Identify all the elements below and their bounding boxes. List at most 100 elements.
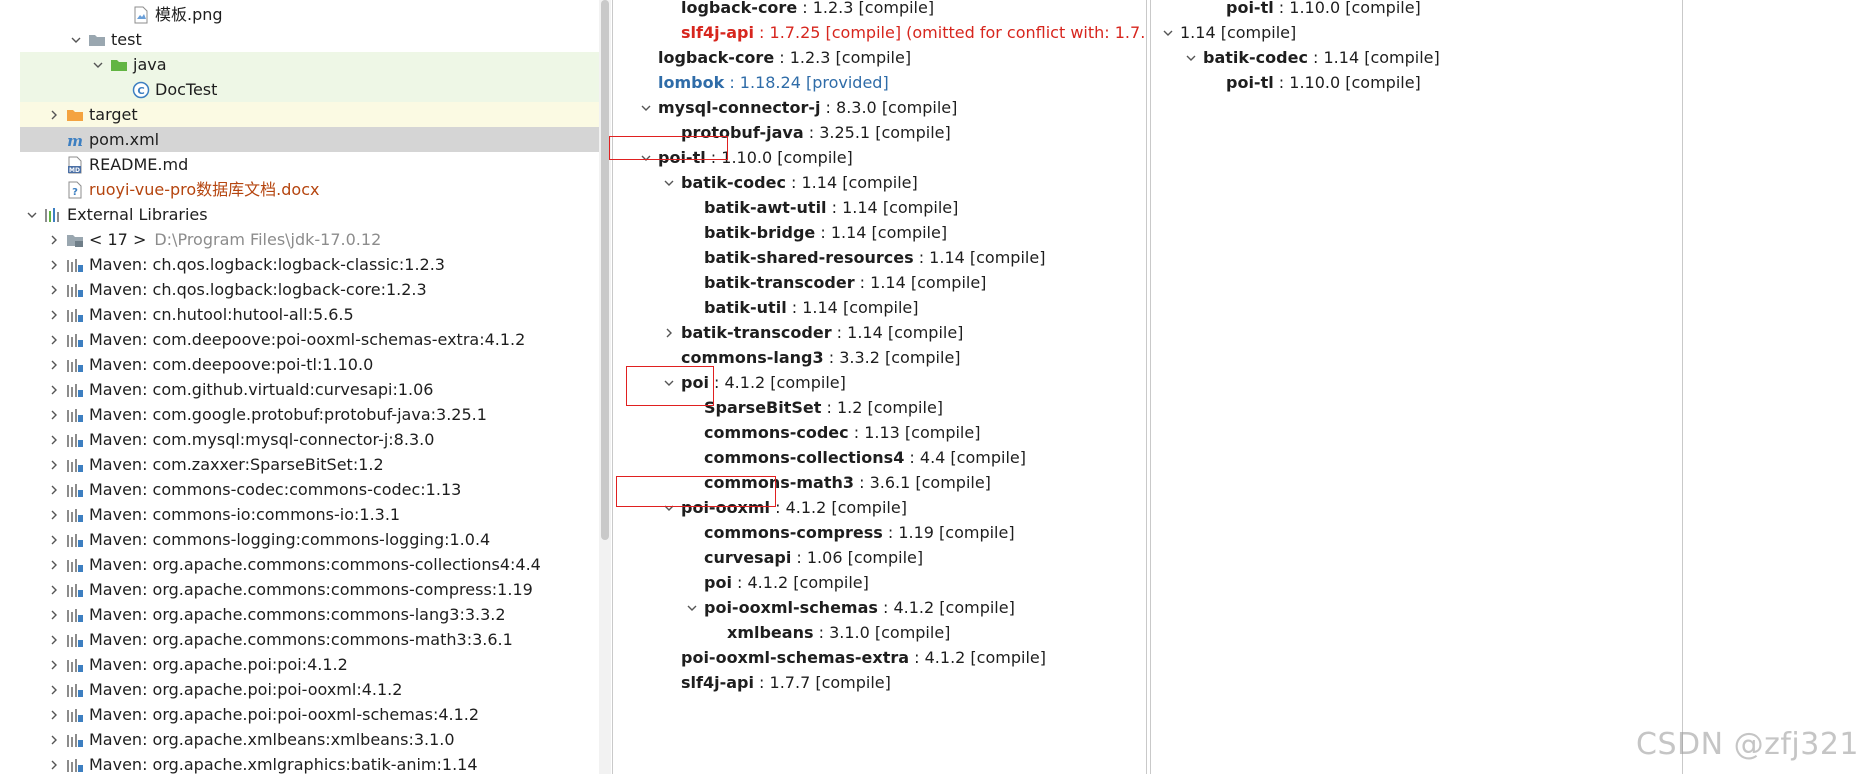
project-tree-row[interactable]: Maven: com.deepoove:poi-ooxml-schemas-ex…	[20, 327, 611, 352]
project-tree-row[interactable]: Maven: org.apache.commons:commons-collec…	[20, 552, 611, 577]
project-tree-row[interactable]: < 17 > D:\Program Files\jdk-17.0.12	[20, 227, 611, 252]
project-tree-row[interactable]: Maven: com.deepoove:poi-tl:1.10.0	[20, 352, 611, 377]
chevron-right-icon[interactable]	[46, 602, 62, 627]
dependency-row[interactable]: commons-compress : 1.19 [compile]	[614, 520, 1146, 545]
chevron-right-icon[interactable]	[46, 627, 62, 652]
chevron-down-icon[interactable]	[68, 27, 84, 52]
project-tree-row[interactable]: Maven: commons-logging:commons-logging:1…	[20, 527, 611, 552]
panel-divider[interactable]	[612, 0, 613, 774]
dependency-row[interactable]: batik-awt-util : 1.14 [compile]	[614, 195, 1146, 220]
dependency-row[interactable]: batik-util : 1.14 [compile]	[614, 295, 1146, 320]
project-tree-row[interactable]: Maven: org.apache.commons:commons-compre…	[20, 577, 611, 602]
chevron-right-icon[interactable]	[46, 252, 62, 277]
dependency-row[interactable]: batik-transcoder : 1.14 [compile]	[614, 320, 1146, 345]
project-tree-row[interactable]: Maven: org.apache.poi:poi-ooxml:4.1.2	[20, 677, 611, 702]
dependency-row[interactable]: commons-collections4 : 4.4 [compile]	[614, 445, 1146, 470]
project-tree-row[interactable]: test	[20, 27, 611, 52]
chevron-right-icon[interactable]	[46, 452, 62, 477]
chevron-right-icon[interactable]	[46, 352, 62, 377]
project-scroll-thumb[interactable]	[601, 0, 609, 540]
project-tree-row[interactable]: Maven: cn.hutool:hutool-all:5.6.5	[20, 302, 611, 327]
project-tree-row[interactable]: Maven: com.zaxxer:SparseBitSet:1.2	[20, 452, 611, 477]
chevron-right-icon[interactable]	[46, 527, 62, 552]
chevron-right-icon[interactable]	[46, 727, 62, 752]
project-tree-row[interactable]: ? ruoyi-vue-pro数据库文档.docx	[20, 177, 611, 202]
project-scrollbar[interactable]	[599, 0, 611, 774]
project-tree-row[interactable]: Maven: commons-codec:commons-codec:1.13	[20, 477, 611, 502]
chevron-down-icon[interactable]	[638, 95, 654, 120]
project-tree-row[interactable]: External Libraries	[20, 202, 611, 227]
chevron-right-icon[interactable]	[46, 477, 62, 502]
dependency-name: poi-ooxml-schemas-extra	[681, 648, 910, 667]
project-tree-row[interactable]: m pom.xml	[20, 127, 611, 152]
dependency-row[interactable]: lombok : 1.18.24 [provided]	[614, 70, 1146, 95]
dependency-row[interactable]: batik-codec : 1.14 [compile]	[1152, 45, 1682, 70]
chevron-down-icon[interactable]	[90, 52, 106, 77]
project-tree-row[interactable]: Maven: org.apache.poi:poi-ooxml-schemas:…	[20, 702, 611, 727]
panel-divider[interactable]	[1682, 0, 1683, 774]
dependency-row[interactable]: batik-bridge : 1.14 [compile]	[614, 220, 1146, 245]
dependency-row[interactable]: poi-ooxml-schemas-extra : 4.1.2 [compile…	[614, 645, 1146, 670]
dependency-row[interactable]: batik-codec : 1.14 [compile]	[614, 170, 1146, 195]
project-tree-row[interactable]: java	[20, 52, 611, 77]
dependency-row[interactable]: slf4j-api : 1.7.7 [compile]	[614, 670, 1146, 695]
project-tree-row[interactable]: Maven: org.apache.poi:poi:4.1.2	[20, 652, 611, 677]
project-tree-row[interactable]: Maven: org.apache.xmlbeans:xmlbeans:3.1.…	[20, 727, 611, 752]
chevron-right-icon[interactable]	[46, 502, 62, 527]
project-tree-row[interactable]: Maven: com.mysql:mysql-connector-j:8.3.0	[20, 427, 611, 452]
project-tree-row[interactable]: Maven: ch.qos.logback:logback-classic:1.…	[20, 252, 611, 277]
project-tree-row[interactable]: Maven: org.apache.xmlgraphics:batik-anim…	[20, 752, 611, 774]
dependency-row[interactable]: poi-ooxml-schemas : 4.1.2 [compile]	[614, 595, 1146, 620]
chevron-down-icon[interactable]	[1160, 20, 1176, 45]
chevron-right-icon[interactable]	[46, 702, 62, 727]
dependency-row[interactable]: mysql-connector-j : 8.3.0 [compile]	[614, 95, 1146, 120]
dependency-row[interactable]: curvesapi : 1.06 [compile]	[614, 545, 1146, 570]
dependency-row[interactable]: batik-shared-resources : 1.14 [compile]	[614, 245, 1146, 270]
project-tree-row[interactable]: 模板.png	[20, 2, 611, 27]
chevron-right-icon[interactable]	[46, 427, 62, 452]
dependency-row[interactable]: slf4j-api : 1.7.25 [compile] (omitted fo…	[614, 20, 1146, 45]
project-tree-row[interactable]: C DocTest	[20, 77, 611, 102]
chevron-right-icon[interactable]	[46, 327, 62, 352]
project-tree-row[interactable]: Maven: com.github.virtuald:curvesapi:1.0…	[20, 377, 611, 402]
panel-divider[interactable]	[1146, 0, 1147, 774]
project-tree-panel[interactable]: 模板.png test java C DocTest target m pom.xml MD RE…	[20, 0, 611, 774]
dependency-row[interactable]: logback-core : 1.2.3 [compile]	[614, 0, 1146, 20]
chevron-down-icon[interactable]	[684, 595, 700, 620]
chevron-right-icon[interactable]	[46, 652, 62, 677]
dependency-row[interactable]: poi-tl : 1.10.0 [compile]	[1152, 70, 1682, 95]
dependency-name: batik-bridge	[704, 223, 816, 242]
project-tree-row[interactable]: Maven: ch.qos.logback:logback-core:1.2.3	[20, 277, 611, 302]
chevron-right-icon[interactable]	[46, 577, 62, 602]
usages-tree-panel[interactable]: poi-tl : 1.10.0 [compile] 1.14 [compile] b…	[1152, 0, 1682, 774]
chevron-down-icon[interactable]	[1183, 45, 1199, 70]
project-tree-row[interactable]: Maven: com.google.protobuf:protobuf-java…	[20, 402, 611, 427]
dependency-row[interactable]: 1.14 [compile]	[1152, 20, 1682, 45]
chevron-right-icon[interactable]	[46, 552, 62, 577]
project-tree-row[interactable]: Maven: commons-io:commons-io:1.3.1	[20, 502, 611, 527]
chevron-right-icon[interactable]	[46, 302, 62, 327]
chevron-right-icon[interactable]	[661, 320, 677, 345]
chevron-right-icon[interactable]	[46, 752, 62, 774]
dependency-row[interactable]: logback-core : 1.2.3 [compile]	[614, 45, 1146, 70]
project-tree-row[interactable]: MD README.md	[20, 152, 611, 177]
dependency-row[interactable]: commons-codec : 1.13 [compile]	[614, 420, 1146, 445]
chevron-right-icon[interactable]	[46, 227, 62, 252]
dependency-row[interactable]: poi : 4.1.2 [compile]	[614, 570, 1146, 595]
chevron-right-icon[interactable]	[46, 377, 62, 402]
project-tree-row[interactable]: Maven: org.apache.commons:commons-lang3:…	[20, 602, 611, 627]
jdk-icon	[66, 231, 84, 249]
project-tree-row[interactable]: Maven: org.apache.commons:commons-math3:…	[20, 627, 611, 652]
dependency-row[interactable]: xmlbeans : 3.1.0 [compile]	[614, 620, 1146, 645]
chevron-right-icon[interactable]	[46, 677, 62, 702]
chevron-right-icon[interactable]	[46, 277, 62, 302]
dependency-version: : 1.14 [compile]	[831, 323, 964, 342]
dependency-row[interactable]: batik-transcoder : 1.14 [compile]	[614, 270, 1146, 295]
chevron-down-icon[interactable]	[24, 202, 40, 227]
dependency-row[interactable]: poi-tl : 1.10.0 [compile]	[1152, 0, 1682, 20]
chevron-right-icon[interactable]	[46, 102, 62, 127]
chevron-down-icon[interactable]	[661, 170, 677, 195]
chevron-right-icon[interactable]	[46, 402, 62, 427]
project-tree-row[interactable]: target	[20, 102, 611, 127]
